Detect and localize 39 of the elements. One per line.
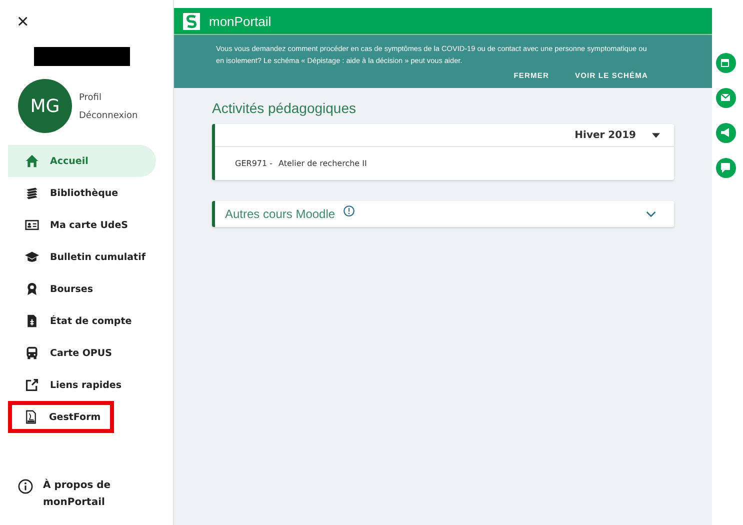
nav-item[interactable]: Carte OPUS [8,337,156,369]
logo-icon [183,12,200,30]
megaphone-icon[interactable] [716,123,736,143]
nav-icon [25,378,39,392]
course-title[interactable]: Atelier de recherche II [278,159,367,168]
about-link[interactable]: À propos de monPortail [18,477,173,511]
course-code: GER971 - [235,159,273,168]
moodle-panel[interactable]: Autres cours Moodle [212,201,674,227]
nav-item[interactable]: GestForm [8,401,114,433]
nav-icon [25,250,39,264]
nav-icon [25,282,39,296]
app-title: monPortail [209,14,272,28]
nav-item[interactable]: Bulletin cumulatif [8,241,156,273]
calendar-icon[interactable] [716,53,736,73]
close-button[interactable]: × [15,12,31,32]
nav-item[interactable]: Bibliothèque [8,177,156,209]
nav-icon [25,346,39,360]
chevron-icon[interactable] [646,210,656,218]
nav-item[interactable]: Liens rapides [8,369,156,401]
profile-link[interactable]: Déconnexion [79,111,138,121]
user-avatar: MG [18,79,72,133]
nav-icon [25,186,39,200]
caret-icon[interactable] [652,132,660,138]
mail-icon[interactable] [716,88,736,108]
nav-icon [25,218,39,232]
section-title: Activités pédagogiques [212,100,357,116]
nav-item[interactable]: Accueil [8,145,156,177]
nav-icon [25,314,39,328]
profile-link[interactable]: Profil [79,93,138,103]
nav-icon [25,154,39,168]
nav-item[interactable]: État de compte [8,305,156,337]
nav-item[interactable]: Ma carte UdeS [8,209,156,241]
nav-icon [24,410,38,424]
info-icon [18,479,33,494]
moodle-title: Autres cours Moodle [225,207,336,221]
nav-item[interactable]: Bourses [8,273,156,305]
chat-icon[interactable] [716,158,736,178]
info-icon[interactable] [343,205,356,217]
term-selector[interactable]: Hiver 2019 [574,130,636,140]
